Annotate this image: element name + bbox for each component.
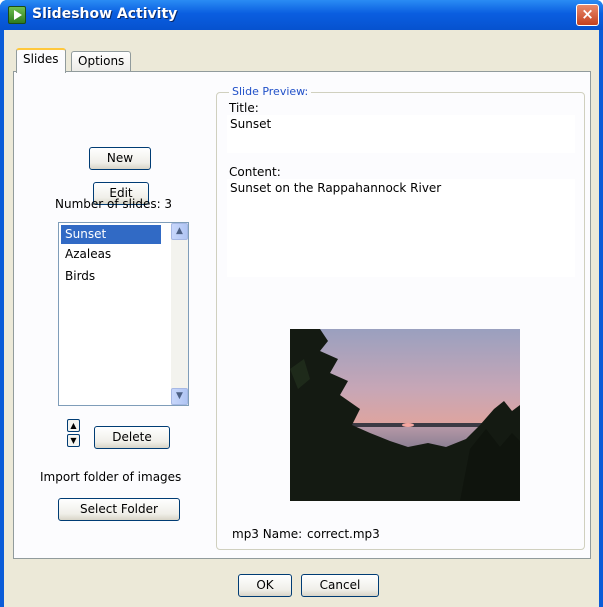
scroll-down-arrow-icon[interactable]: ▼ bbox=[171, 388, 188, 405]
ok-button[interactable]: OK bbox=[238, 574, 292, 597]
slides-tab-panel: New Edit Number of slides: 3 Sunset Azal… bbox=[13, 71, 591, 559]
title-label: Title: bbox=[229, 101, 259, 115]
slides-listbox[interactable]: Sunset Azaleas Birds ▲ ▼ bbox=[58, 222, 189, 406]
cancel-button[interactable]: Cancel bbox=[301, 574, 379, 597]
move-down-icon[interactable]: ▼ bbox=[67, 434, 80, 447]
title-field[interactable]: Sunset bbox=[227, 115, 575, 153]
title-value: Sunset bbox=[230, 117, 272, 131]
select-folder-button[interactable]: Select Folder bbox=[58, 498, 180, 521]
list-item[interactable]: Sunset bbox=[61, 225, 161, 244]
content-value: Sunset on the Rappahannock River bbox=[230, 181, 442, 195]
list-item[interactable]: Birds bbox=[61, 267, 161, 286]
delete-button[interactable]: Delete bbox=[94, 426, 170, 449]
new-button[interactable]: New bbox=[89, 147, 151, 170]
dialog-client-area: Slides Options New Edit Number of slides… bbox=[4, 30, 599, 607]
content-field[interactable]: Sunset on the Rappahannock River bbox=[227, 179, 575, 277]
slide-image bbox=[290, 329, 520, 501]
slide-count-label: Number of slides: 3 bbox=[55, 197, 173, 211]
sunset-photo bbox=[290, 329, 520, 501]
close-icon[interactable]: × bbox=[576, 4, 599, 26]
import-folder-label: Import folder of images bbox=[40, 470, 182, 484]
slide-preview-legend: Slide Preview: bbox=[229, 85, 312, 98]
tab-slides[interactable]: Slides bbox=[16, 48, 66, 73]
title-bar[interactable]: Slideshow Activity × bbox=[0, 0, 603, 30]
slide-preview-group: Slide Preview: Title: Sunset Content: Su… bbox=[216, 85, 585, 550]
dialog-window: Slideshow Activity × Slides Options New … bbox=[0, 0, 603, 607]
mp3-name-value: correct.mp3 bbox=[307, 527, 380, 541]
mp3-name-label: mp3 Name: bbox=[232, 527, 303, 541]
list-item[interactable]: Azaleas bbox=[61, 245, 161, 264]
app-icon bbox=[8, 6, 26, 24]
listbox-scrollbar[interactable]: ▲ ▼ bbox=[171, 223, 188, 405]
window-title: Slideshow Activity bbox=[32, 6, 178, 22]
content-label: Content: bbox=[229, 165, 281, 179]
move-up-icon[interactable]: ▲ bbox=[67, 419, 80, 432]
tab-options[interactable]: Options bbox=[71, 51, 132, 72]
scroll-up-arrow-icon[interactable]: ▲ bbox=[171, 223, 188, 240]
